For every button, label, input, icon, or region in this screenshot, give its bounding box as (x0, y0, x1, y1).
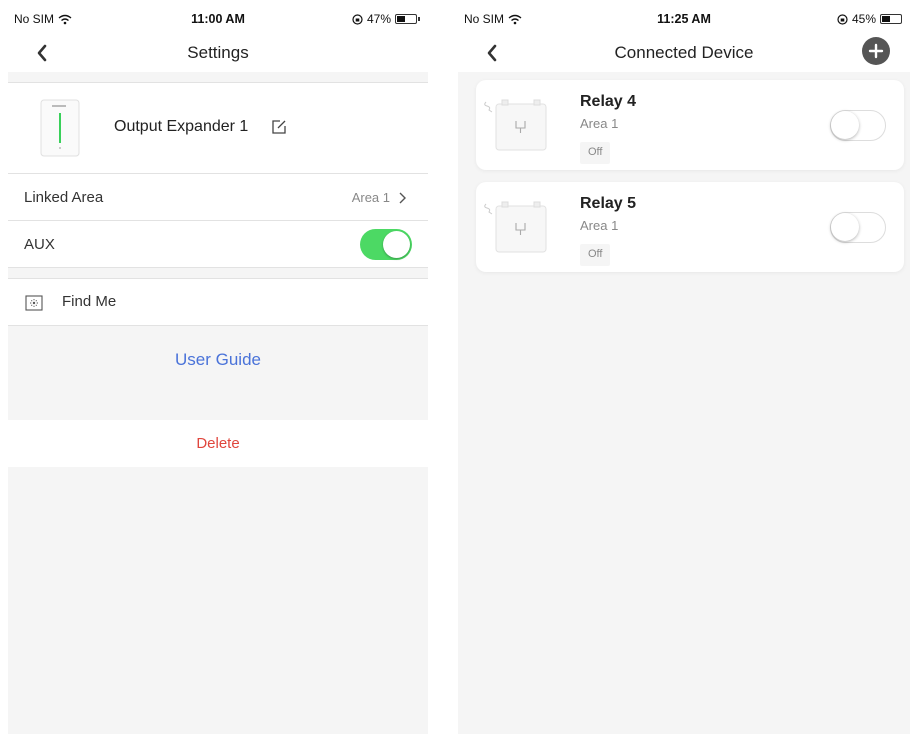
find-me-icon (25, 295, 43, 311)
toggle-knob (831, 111, 859, 139)
device-card[interactable]: Relay 4 Area 1 Off (476, 80, 904, 170)
nav-bar: Settings (8, 34, 428, 72)
battery-percent: 47% (366, 12, 391, 26)
nav-bar: Connected Device (458, 34, 910, 72)
status-badge: Off (580, 142, 611, 164)
toggle-knob (831, 213, 859, 241)
find-me-label: Find Me (62, 293, 117, 310)
edit-icon[interactable] (270, 118, 288, 136)
device-card[interactable]: Relay 5 Area 1 Off (476, 182, 904, 272)
relay-device-image (484, 99, 547, 151)
connected-device-screen: No SIM 11:25 AM 45% Connected Device Rel… (458, 0, 910, 734)
find-me-row[interactable]: Find Me (8, 278, 428, 326)
plus-icon (868, 43, 884, 59)
battery-fill (882, 16, 891, 22)
device-name: Relay 4 (580, 93, 637, 110)
battery-indicator: 45% (837, 12, 902, 26)
delete-button[interactable]: Delete (8, 435, 428, 452)
toggle-knob (383, 231, 410, 258)
battery-icon (880, 14, 902, 24)
status-badge: Off (580, 244, 611, 266)
linked-area-row[interactable]: Linked Area Area 1 (8, 174, 428, 221)
linked-area-value: Area 1 (351, 190, 390, 205)
battery-percent: 45% (851, 12, 876, 26)
status-bar: No SIM 11:25 AM 45% (458, 0, 910, 34)
relay-toggle[interactable] (830, 212, 886, 243)
aux-row: AUX (8, 221, 428, 268)
user-guide-link[interactable]: User Guide (8, 350, 428, 370)
output-expander-image (40, 99, 80, 157)
device-area: Area 1 (580, 218, 619, 233)
linked-area-label: Linked Area (24, 189, 104, 206)
relay-toggle[interactable] (830, 110, 886, 141)
orientation-lock-icon (352, 13, 363, 25)
aux-label: AUX (24, 236, 55, 253)
page-title: Connected Device (614, 43, 754, 62)
page-title: Settings (187, 43, 249, 62)
settings-screen: No SIM 11:00 AM 47% Settings Output Expa… (8, 0, 428, 734)
battery-indicator: 47% (352, 12, 420, 26)
battery-tip (418, 17, 420, 21)
status-bar: No SIM 11:00 AM 47% (8, 0, 428, 34)
relay-device-image (484, 201, 547, 253)
device-info-row: Output Expander 1 (8, 82, 428, 174)
device-name: Output Expander 1 (114, 118, 249, 135)
orientation-lock-icon (837, 13, 848, 25)
chevron-right-icon (399, 192, 406, 203)
linked-area-value-group: Area 1 (352, 190, 406, 205)
aux-toggle[interactable] (360, 229, 412, 260)
device-name: Relay 5 (580, 195, 637, 212)
add-device-button[interactable] (862, 37, 890, 65)
device-area: Area 1 (580, 116, 619, 131)
delete-row[interactable]: Delete (8, 420, 428, 467)
battery-fill (397, 16, 406, 22)
battery-icon (395, 14, 417, 24)
